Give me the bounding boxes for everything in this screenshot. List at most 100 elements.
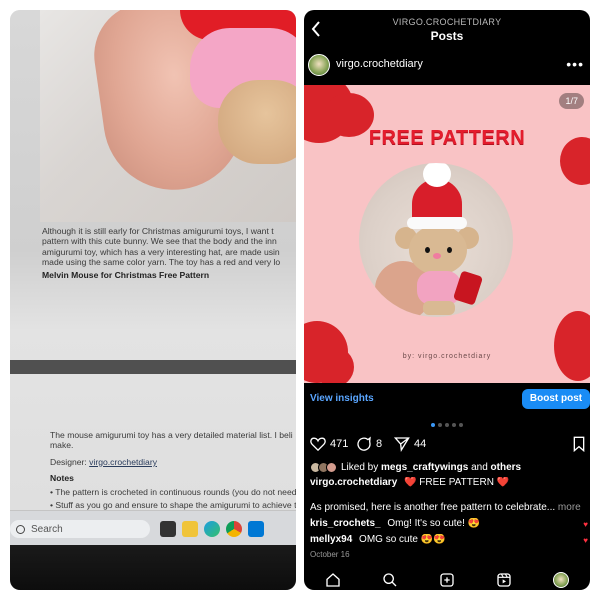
- reels-icon[interactable]: [495, 571, 513, 589]
- post-author-row: virgo.crochetdiary •••: [304, 54, 590, 84]
- save-action[interactable]: [572, 436, 586, 452]
- image-byline: by: virgo.crochetdiary: [402, 353, 492, 360]
- edge-icon[interactable]: [204, 521, 220, 537]
- liked-by-user[interactable]: megs_craftywings: [381, 462, 468, 473]
- caption-row: virgo.crochetdiary ❤️ FREE PATTERN ❤️: [310, 477, 590, 488]
- image-counter: 1/7: [559, 93, 584, 109]
- carousel-dot: [452, 423, 456, 427]
- post-date: October 16: [310, 550, 350, 559]
- laptop-bezel: [10, 545, 296, 590]
- search-placeholder: Search: [31, 523, 63, 535]
- notes-item: • The pattern is crocheted in continuous…: [50, 486, 296, 497]
- article-details: The mouse amigurumi toy has a very detai…: [50, 430, 296, 510]
- divider: [10, 360, 296, 374]
- bookmark-icon: [573, 436, 585, 452]
- instagram-screen: VIRGO.CROCHETDIARY Posts virgo.crochetdi…: [304, 10, 590, 590]
- carousel-dot: [445, 423, 449, 427]
- carousel-dot: [438, 423, 442, 427]
- mail-icon[interactable]: [248, 521, 264, 537]
- like-count: 471: [330, 437, 349, 450]
- description-row: As promised, here is another free patter…: [310, 502, 590, 513]
- paragraph-line: made using the same color yarn. The toy …: [42, 257, 281, 268]
- taskbar-apps: [160, 521, 264, 537]
- mouse-eye: [425, 247, 430, 253]
- avatar[interactable]: [308, 54, 330, 76]
- post-author[interactable]: virgo.crochetdiary: [336, 58, 423, 70]
- comment-icon: [357, 436, 371, 451]
- material-line: make.: [50, 440, 74, 451]
- post-actions: 471 8 44: [304, 436, 590, 456]
- image-headline: FREE PATTERN: [368, 127, 526, 149]
- designer-row: Designer: virgo.crochetdiary: [50, 457, 296, 467]
- chrome-icon[interactable]: [226, 521, 242, 537]
- task-view-icon[interactable]: [160, 521, 176, 537]
- profile-avatar-icon[interactable]: [552, 571, 570, 589]
- mouse-legs: [423, 301, 455, 315]
- hat-brim: [407, 217, 467, 229]
- paragraph-line: amigurumi toy, which has a very interest…: [42, 246, 280, 257]
- carousel-dot: [431, 423, 435, 427]
- designer-label: Designer:: [50, 456, 87, 467]
- posts-header: VIRGO.CROCHETDIARY Posts: [304, 10, 590, 52]
- insights-row: View insights Boost post: [304, 386, 590, 412]
- comment-text: OMG so cute 😍😍: [359, 534, 446, 545]
- mouse-head: [409, 225, 467, 275]
- liked-by-middle: and: [468, 461, 491, 473]
- header-account: VIRGO.CROCHETDIARY: [392, 17, 502, 27]
- liked-by-row[interactable]: Liked by megs_craftywings and others: [310, 460, 590, 474]
- boost-post-button[interactable]: Boost post: [522, 389, 590, 409]
- like-action[interactable]: 471: [310, 436, 348, 451]
- comment-row: kris_crochets_ Omg! It's so cute! 😍: [310, 518, 590, 529]
- caption-user[interactable]: virgo.crochetdiary: [310, 477, 397, 488]
- collage: Although it is still early for Christmas…: [0, 0, 600, 600]
- material-line: The mouse amigurumi toy has a very detai…: [50, 430, 293, 440]
- create-icon[interactable]: [438, 571, 456, 589]
- mouse-nose: [433, 253, 441, 259]
- taskbar: Search: [10, 510, 296, 546]
- comment-user[interactable]: mellyx94: [310, 534, 352, 545]
- share-action[interactable]: 44: [394, 436, 426, 452]
- notes-heading: Notes: [50, 473, 74, 484]
- laptop-screen-photo: Although it is still early for Christmas…: [10, 10, 296, 590]
- heart-icon: [310, 437, 326, 451]
- liker-avatar: [326, 461, 337, 473]
- comment-user[interactable]: kris_crochets_: [310, 518, 381, 529]
- mouse-body: [417, 271, 461, 305]
- description-text: As promised, here is another free patter…: [310, 502, 556, 513]
- article-photo: [40, 10, 296, 222]
- decor-blob: [554, 311, 590, 381]
- carousel-indicator: [414, 423, 480, 429]
- carousel-dot: [459, 423, 463, 427]
- comment-row: mellyx94 OMG so cute 😍😍: [310, 534, 590, 545]
- amigurumi-photo: [359, 163, 513, 317]
- caption-text: ❤️ FREE PATTERN ❤️: [404, 477, 510, 488]
- paragraph-line: Although it is still early for Christmas…: [42, 226, 274, 236]
- home-icon[interactable]: [324, 571, 342, 589]
- mouse-eye: [447, 247, 452, 253]
- taskbar-search[interactable]: Search: [10, 520, 150, 538]
- more-options-icon[interactable]: •••: [566, 56, 584, 72]
- notes-item: • Stuff as you go and ensure to shape th…: [50, 500, 296, 511]
- search-icon[interactable]: [381, 571, 399, 589]
- paragraph-line: pattern with this cute bunny. We see tha…: [42, 236, 277, 247]
- more-link[interactable]: more: [558, 502, 581, 513]
- send-icon: [394, 437, 410, 452]
- liked-by-others[interactable]: others: [491, 462, 522, 473]
- view-insights-link[interactable]: View insights: [310, 393, 374, 404]
- comment-like-icon[interactable]: ♥: [583, 536, 588, 545]
- article-heading: Melvin Mouse for Christmas Free Pattern: [42, 269, 210, 280]
- search-icon: [16, 524, 25, 534]
- post-image[interactable]: 1/7 FREE PATTERN by: virgo.crochetdiary: [304, 85, 590, 383]
- liked-by-prefix: Liked by: [341, 461, 382, 473]
- share-count: 44: [414, 438, 427, 450]
- comment-text: Omg! It's so cute! 😍: [387, 518, 481, 529]
- screen-content: Although it is still early for Christmas…: [10, 10, 296, 546]
- comment-action[interactable]: 8: [356, 436, 382, 452]
- bottom-nav: [304, 570, 590, 590]
- article-paragraph: Although it is still early for Christmas…: [42, 226, 296, 280]
- header-title: Posts: [430, 29, 464, 43]
- comment-count: 8: [376, 438, 383, 450]
- comment-like-icon[interactable]: ♥: [583, 520, 588, 529]
- designer-link[interactable]: virgo.crochetdiary: [89, 457, 157, 467]
- folder-icon[interactable]: [182, 521, 198, 537]
